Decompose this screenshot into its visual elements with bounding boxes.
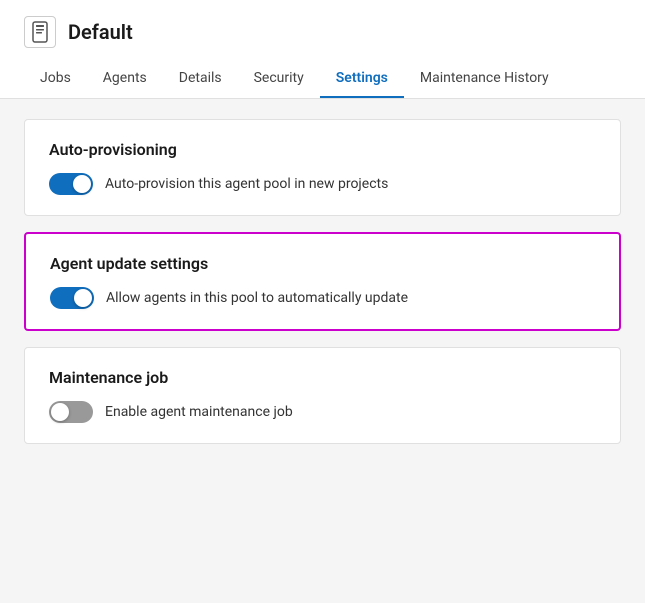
agent-update-toggle[interactable] xyxy=(50,287,94,309)
agent-update-title: Agent update settings xyxy=(50,254,595,273)
pool-icon xyxy=(24,16,56,48)
nav-tabs: Jobs Agents Details Security Settings Ma… xyxy=(24,60,621,98)
maintenance-job-row: Enable agent maintenance job xyxy=(49,401,596,423)
tab-jobs[interactable]: Jobs xyxy=(24,60,87,98)
agent-update-label: Allow agents in this pool to automatical… xyxy=(106,290,408,306)
maintenance-job-title: Maintenance job xyxy=(49,368,596,387)
tab-settings[interactable]: Settings xyxy=(320,60,404,98)
tab-details[interactable]: Details xyxy=(163,60,238,98)
toggle-thumb xyxy=(51,403,69,421)
auto-provisioning-toggle[interactable] xyxy=(49,173,93,195)
tab-security[interactable]: Security xyxy=(238,60,320,98)
maintenance-job-toggle[interactable] xyxy=(49,401,93,423)
page-title: Default xyxy=(68,20,133,44)
auto-provisioning-label: Auto-provision this agent pool in new pr… xyxy=(105,176,388,192)
maintenance-job-label: Enable agent maintenance job xyxy=(105,404,293,420)
agent-update-card: Agent update settings Allow agents in th… xyxy=(24,232,621,331)
auto-provisioning-card: Auto-provisioning Auto-provision this ag… xyxy=(24,119,621,216)
main-content: Auto-provisioning Auto-provision this ag… xyxy=(0,99,645,464)
auto-provisioning-row: Auto-provision this agent pool in new pr… xyxy=(49,173,596,195)
toggle-thumb xyxy=(74,289,92,307)
agent-update-row: Allow agents in this pool to automatical… xyxy=(50,287,595,309)
tab-maintenance-history[interactable]: Maintenance History xyxy=(404,60,565,98)
maintenance-job-card: Maintenance job Enable agent maintenance… xyxy=(24,347,621,444)
page-header: Default Jobs Agents Details Security Set… xyxy=(0,0,645,99)
tab-agents[interactable]: Agents xyxy=(87,60,163,98)
nav-tabs-container: Jobs Agents Details Security Settings Ma… xyxy=(24,60,621,98)
toggle-thumb xyxy=(73,175,91,193)
auto-provisioning-title: Auto-provisioning xyxy=(49,140,596,159)
title-row: Default xyxy=(24,16,621,48)
